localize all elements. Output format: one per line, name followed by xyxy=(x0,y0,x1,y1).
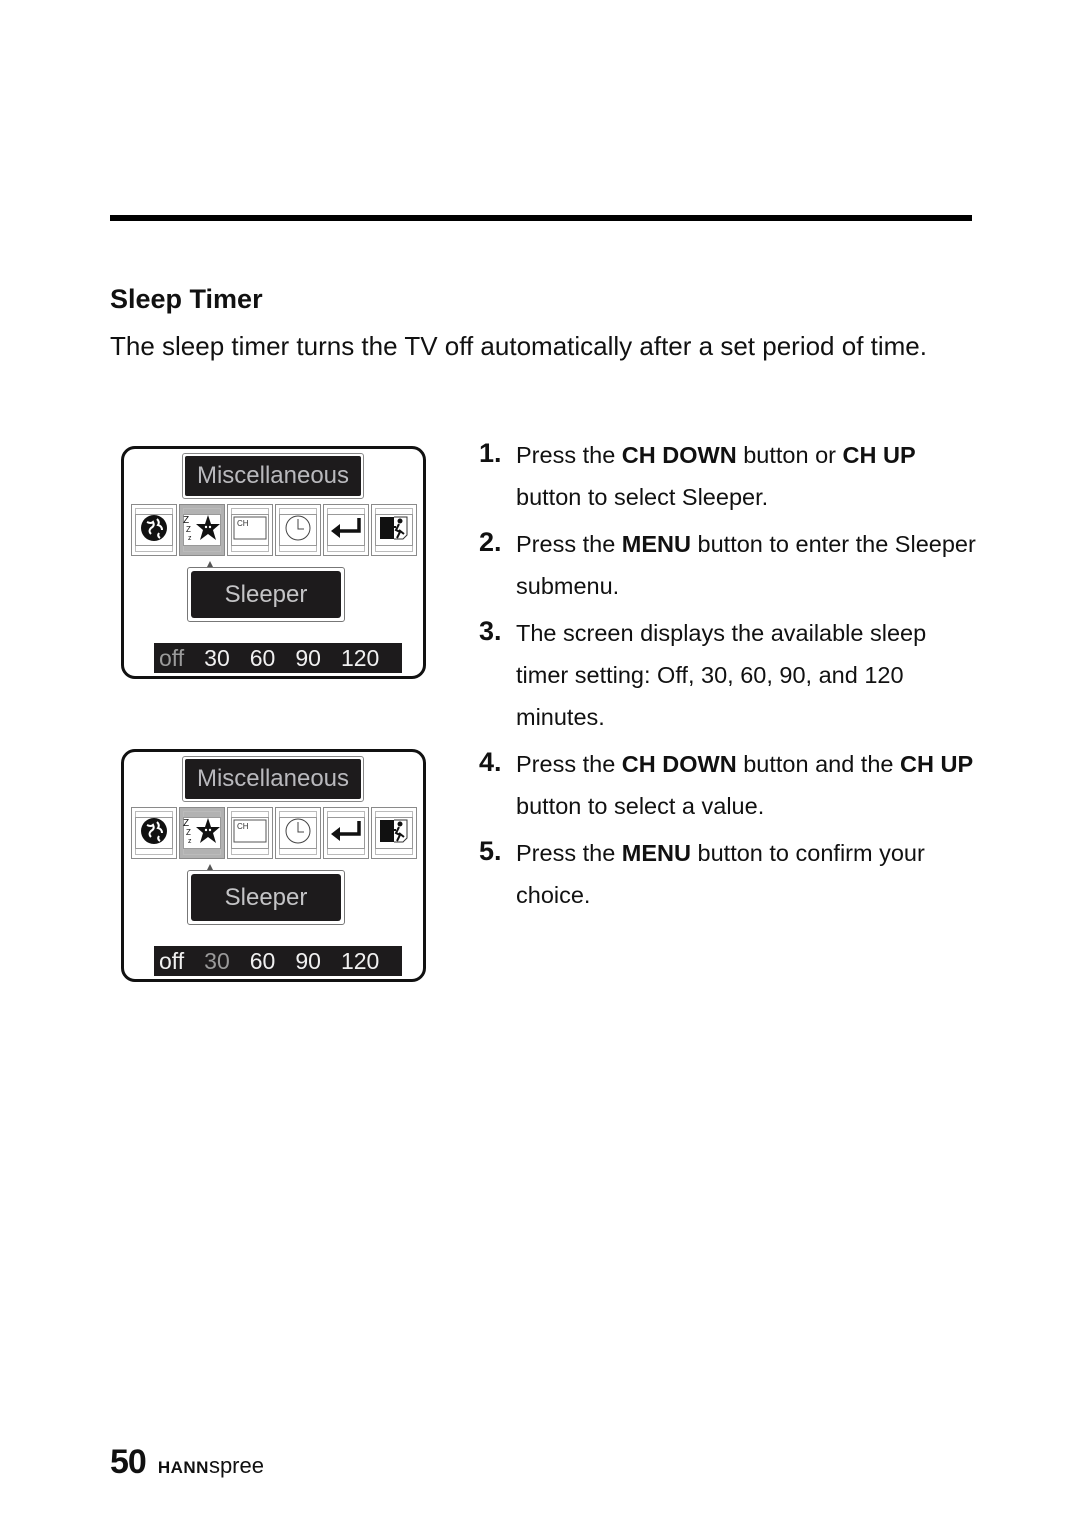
sleep-option[interactable]: off xyxy=(159,946,184,976)
return-icon xyxy=(329,818,363,849)
step-number: 2. xyxy=(479,527,502,557)
svg-text:CH: CH xyxy=(237,519,249,528)
page-number: 50 xyxy=(110,1443,147,1481)
step-text: button to select Sleeper. xyxy=(516,484,769,510)
step-number: 5. xyxy=(479,836,502,866)
osd-menu-item[interactable] xyxy=(323,504,369,556)
instruction-step: 5. Press the MENU button to confirm your … xyxy=(479,832,979,916)
globe-icon xyxy=(139,816,169,851)
clock-icon xyxy=(283,816,313,851)
brand-bold: HANN xyxy=(157,1458,209,1477)
osd-menu-item[interactable] xyxy=(131,504,177,556)
instruction-step: 3. The screen displays the available slee… xyxy=(479,612,979,738)
sleep-star-icon: ZZz xyxy=(182,512,222,549)
sleep-option[interactable]: 30 xyxy=(204,643,230,673)
sleep-option[interactable]: 90 xyxy=(295,946,321,976)
osd-menu-item[interactable]: CH xyxy=(227,807,273,859)
sleep-option[interactable]: 30 xyxy=(204,946,230,976)
osd-menu-title: Miscellaneous xyxy=(182,453,364,499)
sleep-option[interactable]: 60 xyxy=(250,946,276,976)
sleep-option[interactable]: 120 xyxy=(341,643,379,673)
section-title: Sleep Timer xyxy=(110,284,263,314)
sleep-options-bar: off 30 60 90 120 xyxy=(154,946,402,976)
exit-icon xyxy=(377,513,411,548)
svg-text:z: z xyxy=(188,535,192,542)
page-footer: 50 HANNspree xyxy=(110,1443,264,1482)
channel-icon: CH xyxy=(232,817,268,850)
osd-menu-item[interactable] xyxy=(371,807,417,859)
osd-menu-item[interactable]: CH xyxy=(227,504,273,556)
exit-icon xyxy=(377,816,411,851)
osd-submenu-sleeper: Sleeper xyxy=(187,870,345,925)
brand-logo: HANNspree xyxy=(158,1453,264,1479)
instruction-step: 1. Press the CH DOWN button or CH UP butt… xyxy=(479,434,979,518)
sleep-option[interactable]: off xyxy=(159,643,184,673)
section-intro: The sleep timer turns the TV off automat… xyxy=(110,331,927,361)
osd-screen-1: Miscellaneous Z Zz CH Sleeper off 30 60 90 120 xyxy=(121,446,426,679)
brand-light: spree xyxy=(208,1453,264,1478)
globe-icon xyxy=(139,513,169,548)
instruction-steps: 1. Press the CH DOWN button or CH UP butt… xyxy=(479,434,979,921)
button-name: MENU xyxy=(621,531,691,557)
instruction-step: 4. Press the CH DOWN button and the CH UP… xyxy=(479,743,979,827)
osd-menu-item[interactable] xyxy=(131,807,177,859)
osd-menu-title: Miscellaneous xyxy=(182,756,364,802)
header-rule xyxy=(110,215,972,221)
button-name: CH UP xyxy=(842,442,916,468)
step-text: Press the xyxy=(516,442,622,468)
osd-menu-item[interactable] xyxy=(275,807,321,859)
sleep-star-icon: ZZz xyxy=(182,815,222,852)
instruction-step: 2. Press the MENU button to enter the Sle… xyxy=(479,523,979,607)
button-name: CH UP xyxy=(900,751,974,777)
sleep-options-bar: off 30 60 90 120 xyxy=(154,643,402,673)
osd-icon-row: Z Zz CH xyxy=(131,807,417,859)
clock-icon xyxy=(283,513,313,548)
button-name: MENU xyxy=(621,840,691,866)
osd-menu-item[interactable] xyxy=(323,807,369,859)
osd-icon-row: Z Zz CH xyxy=(131,504,417,556)
sleep-option[interactable]: 90 xyxy=(295,643,321,673)
sleep-option[interactable]: 120 xyxy=(341,946,379,976)
svg-text:CH: CH xyxy=(237,822,249,831)
step-text: Press the xyxy=(516,840,622,866)
step-text: button or xyxy=(736,442,843,468)
osd-menu-item[interactable]: ZZz xyxy=(179,807,225,859)
osd-menu-item[interactable] xyxy=(371,504,417,556)
button-name: CH DOWN xyxy=(621,751,737,777)
step-text: Press the xyxy=(516,531,622,557)
svg-text:Z: Z xyxy=(186,525,191,534)
step-number: 4. xyxy=(479,747,502,777)
button-name: CH DOWN xyxy=(621,442,737,468)
osd-menu-item[interactable] xyxy=(275,504,321,556)
osd-menu-item[interactable]: ZZz xyxy=(179,504,225,556)
return-icon xyxy=(329,515,363,546)
osd-screen-2: Miscellaneous Z Zz CH Sleeper off 30 60 90 120 xyxy=(121,749,426,982)
svg-text:Z: Z xyxy=(186,828,191,837)
step-text: The screen displays the available sleep … xyxy=(516,620,927,730)
step-text: button and the xyxy=(736,751,901,777)
step-text: Press the xyxy=(516,751,622,777)
step-number: 3. xyxy=(479,616,502,646)
channel-icon: CH xyxy=(232,514,268,547)
step-number: 1. xyxy=(479,438,502,468)
step-text: button to select a value. xyxy=(516,793,765,819)
osd-submenu-sleeper: Sleeper xyxy=(187,567,345,622)
sleep-option[interactable]: 60 xyxy=(250,643,276,673)
svg-text:z: z xyxy=(188,838,192,845)
